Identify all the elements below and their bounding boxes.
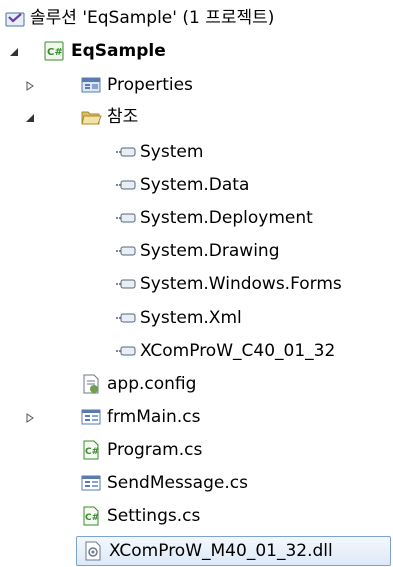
tree-item-file[interactable]: app.config [0,371,393,397]
file-label: XComProW_M40_01_32.dll [109,541,333,561]
tree-item-solution[interactable]: 솔루션 'EqSample' (1 프로젝트) [0,5,393,31]
reference-label: System.Deployment [140,208,313,228]
project-label: EqSample [71,41,166,61]
tree-item-file[interactable]: C# Settings.cs [0,503,393,529]
tree-item-references[interactable]: 참조 [0,104,393,130]
file-label: app.config [107,374,197,394]
svg-text:C#: C# [47,47,63,58]
csharp-file-icon: C# [80,439,102,461]
properties-label: Properties [107,75,193,95]
reference-icon [115,174,137,196]
form-file-icon [80,472,102,494]
solution-icon [4,7,26,29]
reference-icon [115,141,137,163]
reference-label: System.Data [140,175,250,195]
reference-item[interactable]: System.Deployment [0,205,393,231]
collapse-arrow-icon[interactable] [8,46,20,58]
solution-label: 솔루션 'EqSample' (1 프로젝트) [30,8,275,28]
form-file-icon [80,406,102,428]
reference-item[interactable]: System.Data [0,172,393,198]
reference-label: XComProW_C40_01_32 [140,341,336,361]
expand-arrow-icon[interactable] [24,412,36,424]
reference-item[interactable]: System [0,139,393,165]
file-label: SendMessage.cs [107,473,248,493]
dll-file-icon [82,540,104,562]
svg-text:C#: C# [85,447,99,457]
reference-label: System [140,142,204,162]
csharp-project-icon: C# [43,40,65,62]
csharp-file-icon: C# [80,505,102,527]
reference-item[interactable]: System.Drawing [0,238,393,264]
tree-item-file-selected[interactable]: XComProW_M40_01_32.dll [0,535,393,567]
reference-label: System.Windows.Forms [140,274,342,294]
properties-icon [80,74,102,96]
references-label: 참조 [107,107,139,127]
file-label: frmMain.cs [107,407,201,427]
reference-item[interactable]: XComProW_C40_01_32 [0,338,393,364]
reference-icon [115,273,137,295]
solution-explorer-tree: 솔루션 'EqSample' (1 프로젝트) C# EqSample Prop… [0,0,393,567]
file-label: Program.cs [107,440,203,460]
reference-icon [115,340,137,362]
folder-open-icon [80,106,102,128]
tree-item-file[interactable]: frmMain.cs [0,404,393,430]
reference-label: System.Xml [140,308,242,328]
tree-item-file[interactable]: C# Program.cs [0,437,393,463]
reference-item[interactable]: System.Windows.Forms [0,271,393,297]
collapse-arrow-icon[interactable] [24,112,36,124]
reference-icon [115,207,137,229]
reference-label: System.Drawing [140,241,280,261]
svg-text:C#: C# [85,513,99,523]
config-file-icon [80,373,102,395]
reference-icon [115,307,137,329]
tree-item-file[interactable]: SendMessage.cs [0,470,393,496]
reference-icon [115,240,137,262]
expand-arrow-icon[interactable] [24,80,36,92]
tree-item-project[interactable]: C# EqSample [0,38,393,64]
reference-item[interactable]: System.Xml [0,305,393,331]
file-label: Settings.cs [107,506,201,526]
tree-item-properties[interactable]: Properties [0,72,393,98]
